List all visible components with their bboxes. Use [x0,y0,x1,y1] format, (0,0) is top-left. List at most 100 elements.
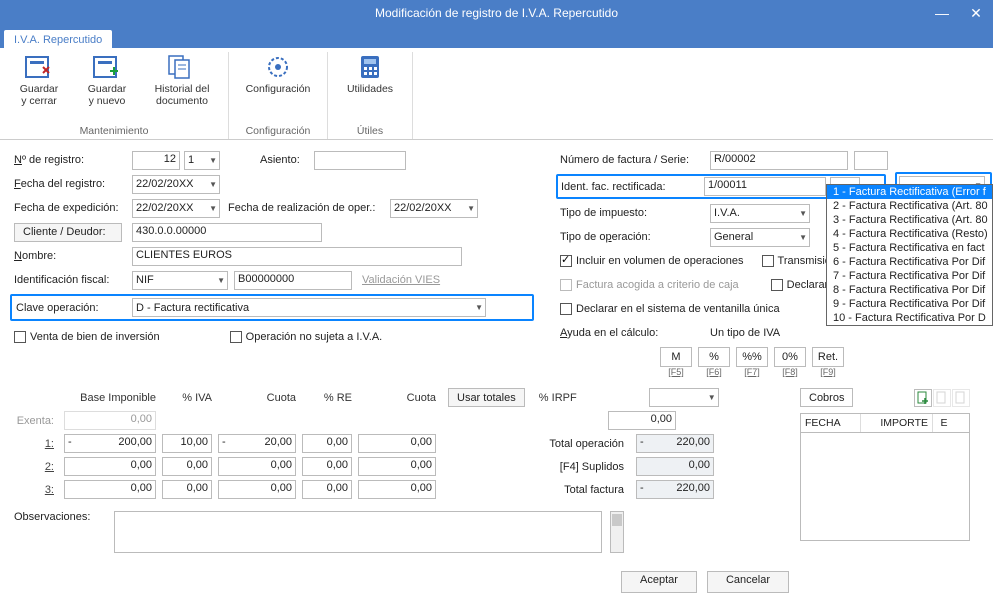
dropdown-item[interactable]: 1 - Factura Rectificativa (Error f [827,185,992,199]
asiento-input[interactable] [314,151,406,170]
ident-rectificada-label: Ident. fac. rectificada: [561,181,704,193]
ident-rectificada-input[interactable]: 1/00011 [704,177,826,196]
declarar-sub-checkbox[interactable] [771,279,783,291]
venta-inversion-checkbox[interactable] [14,331,26,343]
save-new-button[interactable]: Guardar y nuevo [78,52,136,107]
dropdown-item[interactable]: 8 - Factura Rectificativa Por Dif [827,283,992,297]
ribbon-group-maint: Mantenimiento [80,125,149,137]
dropdown-item[interactable]: 7 - Factura Rectificativa Por Dif [827,269,992,283]
dropdown-item[interactable]: 10 - Factura Rectificativa Por D [827,311,992,325]
transmision-checkbox[interactable] [762,255,774,267]
config-button[interactable]: Configuración [239,52,317,96]
dropdown-item[interactable]: 3 - Factura Rectificativa (Art. 80 [827,213,992,227]
row2-cuota1[interactable]: 0,00 [218,457,296,476]
idfiscal-tipo-select[interactable]: NIF▼ [132,271,228,290]
history-label: Historial del documento [155,84,210,107]
row3-re[interactable]: 0,00 [302,480,352,499]
observaciones-label: Observaciones: [14,511,106,553]
calculator-icon [353,52,387,82]
row1-iva[interactable]: 10,00 [162,434,212,453]
suplidos-value[interactable]: 0,00 [636,457,714,476]
tipo-impuesto-label: Tipo de impuesto: [560,207,710,219]
idfiscal-num-input[interactable]: B00000000 [234,271,352,290]
fecha-oper-label: Fecha de realización de oper.: [228,202,390,214]
cliente-button[interactable]: Cliente / Deudor: [14,223,122,242]
observaciones-scrollbar[interactable] [610,511,624,553]
observaciones-textarea[interactable] [114,511,602,553]
row3-cuota2[interactable]: 0,00 [358,480,436,499]
btn-m[interactable]: M [660,347,692,367]
f5-label: [F5] [660,367,692,377]
save-close-button[interactable]: Guardar y cerrar [10,52,68,107]
vies-link[interactable]: Validación VIES [362,274,440,286]
cliente-input[interactable]: 430.0.0.00000 [132,223,322,242]
cancelar-button[interactable]: Cancelar [707,571,789,593]
cobros-col-e: E [933,414,955,432]
save-new-icon [90,52,124,82]
num-factura-input[interactable]: R/00002 [710,151,848,170]
delete-icon [954,391,968,405]
volumen-op-checkbox[interactable] [560,255,572,267]
config-label: Configuración [246,84,311,96]
titlebar: Modificación de registro de I.V.A. Reper… [0,0,993,26]
btn-pctpct[interactable]: %% [736,347,768,367]
btn-ret[interactable]: Ret. [812,347,844,367]
dropdown-item[interactable]: 9 - Factura Rectificativa Por Dif [827,297,992,311]
volumen-op-label: Incluir en volumen de operaciones [576,255,744,267]
clave-operacion-select[interactable]: D - Factura rectificativa▼ [132,298,486,317]
row1-cuota2[interactable]: 0,00 [358,434,436,453]
nreg-page-select[interactable]: 1▼ [184,151,220,170]
cobros-button[interactable]: Cobros [800,388,853,407]
row2-re[interactable]: 0,00 [302,457,352,476]
tab-iva-repercutido[interactable]: I.V.A. Repercutido [4,30,112,48]
row1-re[interactable]: 0,00 [302,434,352,453]
tipo-operacion-select[interactable]: General▼ [710,228,810,247]
close-button[interactable]: ✕ [959,0,993,26]
btn-0pct[interactable]: 0% [774,347,806,367]
f9-label: [F9] [812,367,844,377]
col-cuota1: Cuota [218,392,296,404]
nombre-input[interactable]: CLIENTES EUROS [132,247,462,266]
add-icon [916,391,930,405]
cobros-body[interactable] [800,433,970,541]
fecha-expedicion-input[interactable]: 22/02/20XX▼ [132,199,220,218]
ventanilla-checkbox[interactable] [560,303,572,315]
total-factura-value: -220,00 [636,480,714,499]
cobros-edit-button [933,389,951,407]
row3-iva[interactable]: 0,00 [162,480,212,499]
fecha-registro-input[interactable]: 22/02/20XX▼ [132,175,220,194]
dropdown-item[interactable]: 4 - Factura Rectificativa (Resto) [827,227,992,241]
tipo-impuesto-select[interactable]: I.V.A.▼ [710,204,810,223]
cobros-add-button[interactable] [914,389,932,407]
row1-base[interactable]: -200,00 [64,434,156,453]
serie-input[interactable] [854,151,888,170]
row2-cuota2[interactable]: 0,00 [358,457,436,476]
aceptar-button[interactable]: Aceptar [621,571,697,593]
minimize-button[interactable]: — [925,0,959,26]
row2-iva[interactable]: 0,00 [162,457,212,476]
dropdown-item[interactable]: 6 - Factura Rectificativa Por Dif [827,255,992,269]
dropdown-item[interactable]: 5 - Factura Rectificativa en fact [827,241,992,255]
dropdown-item[interactable]: 2 - Factura Rectificativa (Art. 80 [827,199,992,213]
nreg-input[interactable]: 12 [132,151,180,170]
btn-pct[interactable]: % [698,347,730,367]
row1-cuota1[interactable]: -20,00 [218,434,296,453]
edit-icon [935,391,949,405]
col-base: Base Imponible [64,392,156,404]
utils-button[interactable]: Utilidades [338,52,402,96]
no-sujeta-label: Operación no sujeta a I.V.A. [246,331,383,343]
tabstrip: I.V.A. Repercutido [0,26,993,48]
cobros-col-fecha: FECHA [801,414,861,432]
row3-cuota1[interactable]: 0,00 [218,480,296,499]
rectificativa-dropdown-list[interactable]: 1 - Factura Rectificativa (Error f 2 - F… [826,184,993,326]
venta-inversion-label: Venta de bien de inversión [30,331,160,343]
history-button[interactable]: Historial del documento [146,52,218,107]
row3-base[interactable]: 0,00 [64,480,156,499]
irpf-select[interactable]: ▼ [649,388,719,407]
irpf-value[interactable]: 0,00 [608,411,676,430]
no-sujeta-checkbox[interactable] [230,331,242,343]
ventanilla-label: Declarar en el sistema de ventanilla úni… [576,303,780,315]
usar-totales-button[interactable]: Usar totales [448,388,525,407]
row2-base[interactable]: 0,00 [64,457,156,476]
fecha-oper-input[interactable]: 22/02/20XX▼ [390,199,478,218]
